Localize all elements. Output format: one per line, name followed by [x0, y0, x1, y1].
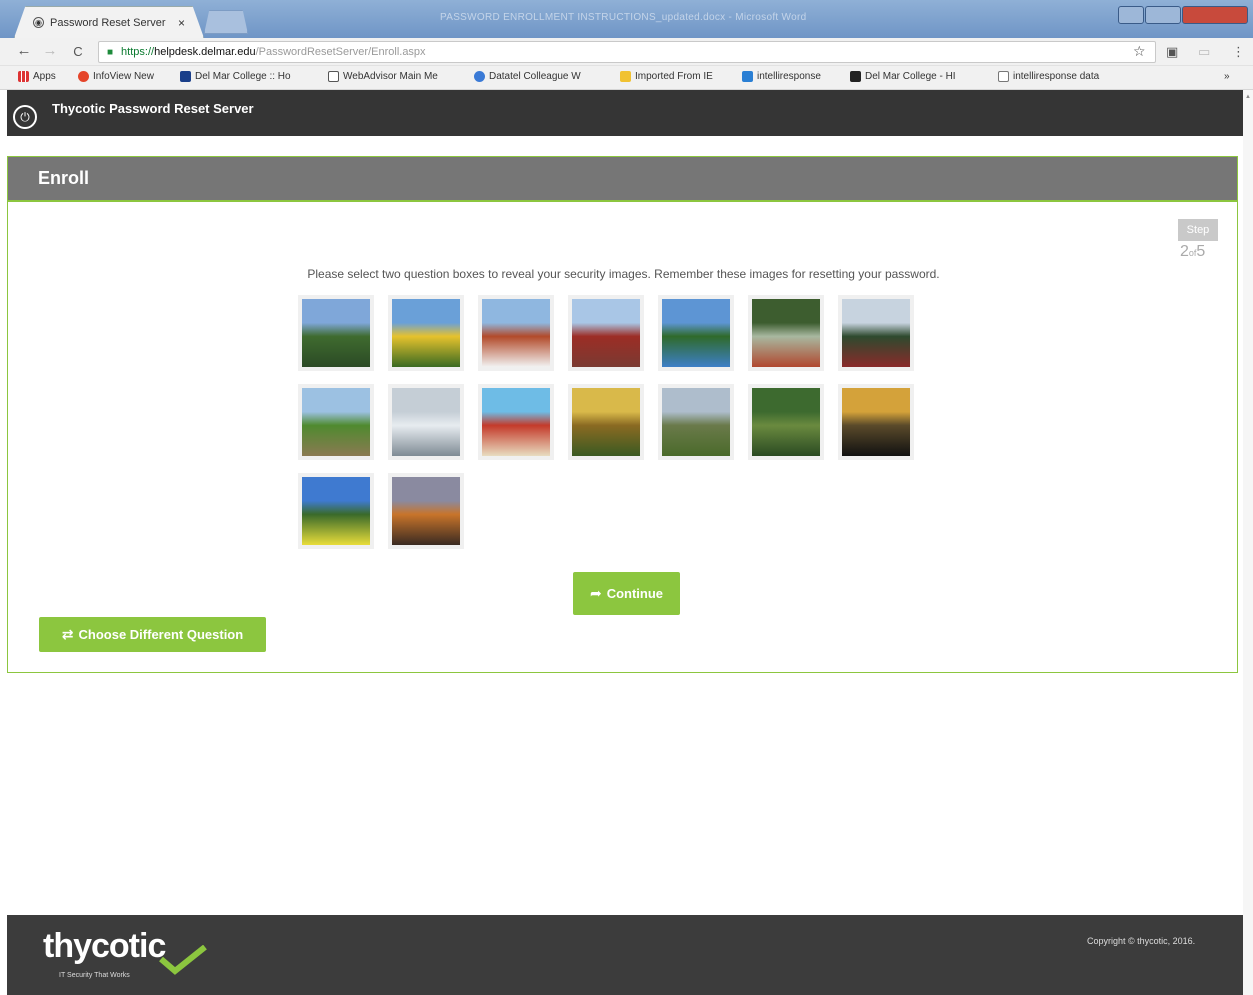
enroll-panel: Enroll Step 2of5 Please select two quest…	[7, 156, 1238, 673]
security-image-lifeguard-tower[interactable]	[478, 384, 554, 460]
maximize-button[interactable]	[1145, 6, 1181, 24]
square-icon	[742, 71, 753, 82]
app-title: Thycotic Password Reset Server	[52, 101, 254, 116]
security-image-picture	[392, 299, 460, 367]
security-image-yellow-house[interactable]	[388, 295, 464, 371]
globe-icon	[474, 71, 485, 82]
security-image-picture	[662, 299, 730, 367]
continue-label: Continue	[606, 586, 664, 601]
security-image-lake-reflection[interactable]	[658, 295, 734, 371]
url-path: /PasswordResetServer/Enroll.aspx	[255, 46, 426, 58]
tab-title: Password Reset Server	[50, 16, 166, 29]
security-image-picture	[482, 299, 550, 367]
address-bar-row: ← → C ■ https:// helpdesk.delmar.edu /Pa…	[0, 38, 1253, 66]
url-input[interactable]: ■ https:// helpdesk.delmar.edu /Password…	[98, 41, 1156, 63]
continue-button[interactable]: ➦ Continue	[573, 572, 680, 615]
bookmark-datatel[interactable]: Datatel Colleague W	[474, 71, 581, 82]
step-label: Step	[1178, 219, 1218, 241]
apps-grid-icon	[18, 71, 29, 82]
bookmark-intelliresponse[interactable]: intelliresponse	[742, 71, 821, 82]
extension-icon[interactable]: ▣	[1166, 44, 1178, 60]
window-title: PASSWORD ENROLLMENT INSTRUCTIONS_updated…	[440, 12, 807, 23]
panel-title: Enroll	[38, 168, 90, 188]
bookmark-apps[interactable]: Apps	[18, 71, 56, 82]
security-image-winter-town[interactable]	[478, 295, 554, 371]
bookmarks-bar: Apps InfoView New Del Mar College :: Ho …	[0, 66, 1253, 90]
security-image-picture	[392, 477, 460, 545]
page-icon	[998, 71, 1009, 82]
footer: thycotic IT Security That Works Copyrigh…	[7, 915, 1243, 995]
page-scrollbar[interactable]: ▲	[1243, 90, 1253, 995]
security-image-flower-meadow[interactable]	[298, 473, 374, 549]
security-image-picture	[482, 388, 550, 456]
security-image-picture	[392, 388, 460, 456]
instruction-text: Please select two question boxes to reve…	[307, 267, 940, 281]
lock-icon: ■	[107, 46, 114, 58]
panel-header: Enroll	[8, 157, 1237, 202]
security-image-dirt-road[interactable]	[298, 384, 374, 460]
security-image-picture	[302, 477, 370, 545]
step-current: 2	[1180, 243, 1189, 260]
security-image-picture	[752, 388, 820, 456]
security-image-misty-mountains[interactable]	[658, 384, 734, 460]
exchange-icon: ⇄	[61, 626, 74, 642]
app-header: ⏻ Thycotic Password Reset Server	[7, 90, 1243, 136]
url-scheme: https://	[121, 46, 155, 58]
step-total: 5	[1196, 243, 1206, 260]
security-image-picture	[842, 299, 910, 367]
security-image-green-canyon[interactable]	[748, 384, 824, 460]
image-icon	[328, 71, 339, 82]
security-image-glacier[interactable]	[388, 384, 464, 460]
bookmark-imported-ie[interactable]: Imported From IE	[620, 71, 713, 82]
security-image-cathedral[interactable]	[568, 295, 644, 371]
thycotic-logo[interactable]: thycotic	[43, 927, 166, 966]
bookmark-intelliresponse-data[interactable]: intelliresponse data	[998, 71, 1099, 82]
security-image-picture	[572, 299, 640, 367]
security-image-mountain-dusk[interactable]	[388, 473, 464, 549]
back-arrow-icon[interactable]: ←	[14, 42, 34, 59]
bookmark-delmar-home[interactable]: Del Mar College :: Ho	[180, 71, 291, 82]
copyright-text: Copyright © thycotic, 2016.	[1087, 936, 1196, 946]
tagline: IT Security That Works	[59, 972, 130, 979]
checkmark-icon	[159, 945, 207, 975]
step-indicator: 2of5	[1180, 243, 1205, 261]
reload-icon[interactable]: C	[68, 44, 88, 59]
bookmark-star-icon[interactable]: ☆	[1133, 43, 1146, 60]
dm-logo-icon	[850, 71, 861, 82]
security-image-river-valley[interactable]	[298, 295, 374, 371]
browser-tab[interactable]: ◉ Password Reset Server ×	[14, 6, 204, 38]
security-image-forest-path[interactable]	[748, 295, 824, 371]
menu-dots-icon[interactable]: ⋮	[1232, 44, 1245, 60]
security-image-wheat-field[interactable]	[568, 384, 644, 460]
viking-icon	[180, 71, 191, 82]
tab-favicon-icon: ◉	[33, 17, 44, 28]
url-host: helpdesk.delmar.edu	[154, 46, 256, 58]
browser-titlebar: ◉ Password Reset Server × PASSWORD ENROL…	[0, 0, 1253, 38]
security-image-snowy-cabin[interactable]	[838, 295, 914, 371]
security-image-sunset-trees[interactable]	[838, 384, 914, 460]
power-download-icon[interactable]: ⏻	[13, 105, 37, 129]
security-image-picture	[752, 299, 820, 367]
share-arrow-icon: ➦	[589, 585, 602, 601]
security-image-picture	[302, 299, 370, 367]
bookmark-infoview[interactable]: InfoView New	[78, 71, 154, 82]
bookmarks-overflow-icon[interactable]: »	[1224, 71, 1230, 82]
close-window-button[interactable]	[1182, 6, 1248, 24]
choose-different-question-button[interactable]: ⇄ Choose Different Question	[39, 617, 266, 652]
tab-close-icon[interactable]: ×	[178, 16, 185, 30]
security-image-picture	[842, 388, 910, 456]
security-image-picture	[662, 388, 730, 456]
choose-different-label: Choose Different Question	[78, 627, 244, 642]
folder-icon	[620, 71, 631, 82]
bookmark-delmar-hi[interactable]: Del Mar College - HI	[850, 71, 956, 82]
security-image-picture	[572, 388, 640, 456]
pin-icon	[78, 71, 89, 82]
scroll-up-icon[interactable]: ▲	[1245, 94, 1251, 100]
minimize-button[interactable]	[1118, 6, 1144, 24]
new-tab-button[interactable]	[204, 10, 248, 34]
forward-arrow-icon[interactable]: →	[40, 42, 60, 59]
security-image-picture	[302, 388, 370, 456]
bookmark-webadvisor[interactable]: WebAdvisor Main Me	[328, 71, 438, 82]
cast-icon[interactable]: ▭	[1198, 44, 1210, 60]
